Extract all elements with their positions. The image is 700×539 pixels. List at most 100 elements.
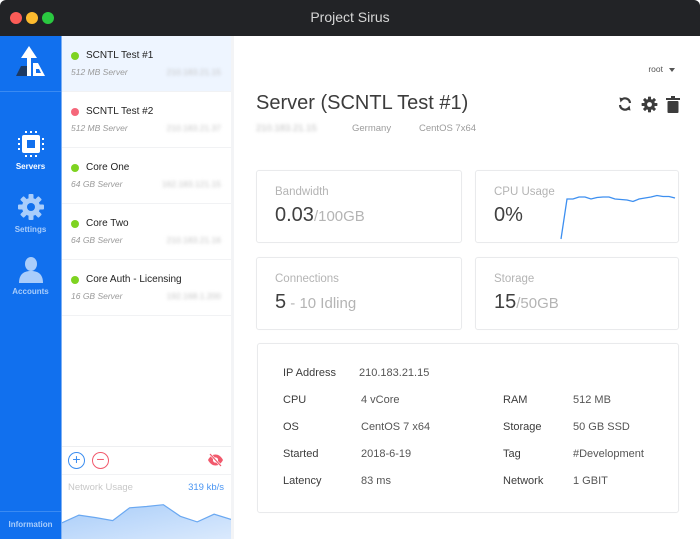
- bandwidth-used: 0.03: [275, 204, 314, 226]
- refresh-button[interactable]: [617, 96, 633, 118]
- detail-value-started: 2018-6-19: [361, 448, 412, 460]
- status-dot: [71, 52, 79, 60]
- server-list-item[interactable]: Core Two 64 GB Server 210.183.21.16: [62, 204, 231, 260]
- app-logo[interactable]: [0, 36, 61, 90]
- status-dot: [71, 108, 79, 116]
- server-list-item[interactable]: Core One 64 GB Server 162.183.121.15: [62, 148, 231, 204]
- eye-slash-icon: [208, 453, 223, 467]
- refresh-icon: [618, 97, 632, 111]
- storage-total: /50GB: [516, 295, 559, 312]
- nav-item-information[interactable]: Information: [0, 511, 61, 539]
- nav-label-information: Information: [8, 520, 53, 529]
- cpu-usage-value: 0%: [494, 204, 523, 226]
- server-actions: [617, 96, 680, 118]
- server-ip: 210.183.21.37: [166, 123, 221, 133]
- plus-circle-icon: +: [72, 451, 81, 467]
- server-spec: 64 GB Server: [71, 179, 123, 189]
- window-titlebar: Project Sirus: [0, 0, 700, 36]
- status-dot: [71, 164, 79, 172]
- bandwidth-label: Bandwidth: [275, 186, 329, 198]
- remove-server-button[interactable]: −: [92, 452, 109, 469]
- add-server-button[interactable]: +: [68, 452, 85, 469]
- server-spec: 64 GB Server: [71, 235, 123, 245]
- server-list-item[interactable]: SCNTL Test #2 512 MB Server 210.183.21.3…: [62, 92, 231, 148]
- detail-value-ram: 512 MB: [573, 394, 611, 406]
- detail-label-latency: Latency: [283, 475, 322, 487]
- detail-value-storage: 50 GB SSD: [573, 421, 630, 433]
- server-ip: 162.183.121.15: [161, 179, 221, 189]
- bandwidth-value: 0.03/100GB: [275, 204, 365, 227]
- server-list-item[interactable]: SCNTL Test #1 512 MB Server 210.183.21.1…: [62, 36, 231, 92]
- cpu-usage-line: [560, 194, 676, 240]
- detail-label-cpu: CPU: [283, 394, 307, 406]
- detail-value-latency: 83 ms: [361, 475, 391, 487]
- user-menu-label: root: [648, 64, 663, 74]
- server-ip: 210.183.21.16: [166, 235, 221, 245]
- detail-label-os: OS: [283, 421, 299, 433]
- server-list-item[interactable]: Core Auth - Licensing 16 GB Server 192.1…: [62, 260, 231, 316]
- server-name: Core Auth - Licensing: [86, 274, 182, 285]
- server-os: CentOS 7x64: [419, 123, 477, 134]
- detail-value-os: CentOS 7 x64: [361, 421, 431, 433]
- gear-icon: [641, 96, 658, 113]
- user-icon: [18, 257, 43, 283]
- detail-label-ip: IP Address: [283, 367, 336, 379]
- connections-label: Connections: [275, 273, 339, 285]
- network-usage-label: Network Usage: [68, 482, 133, 493]
- status-dot: [71, 276, 79, 284]
- window-title: Project Sirus: [310, 9, 390, 25]
- server-country: Germany: [352, 123, 392, 134]
- connections-card: Connections 5 - 10 Idling: [256, 257, 462, 330]
- server-ip: 192.168.1.200: [166, 291, 221, 301]
- connections-idle: - 10 Idling: [286, 295, 357, 312]
- nav-item-settings[interactable]: Settings: [0, 193, 61, 234]
- bandwidth-total: /100GB: [313, 208, 365, 225]
- server-details-card: IP Address 210.183.21.15 CPU 4 vCore RAM…: [257, 343, 679, 513]
- server-list: SCNTL Test #1 512 MB Server 210.183.21.1…: [61, 36, 231, 539]
- server-name: Core Two: [86, 218, 129, 229]
- server-spec: 512 MB Server: [71, 67, 128, 77]
- trash-icon: [666, 96, 680, 113]
- network-usage-chart: [62, 504, 231, 539]
- storage-value: 15/50GB: [494, 291, 559, 314]
- server-ip-meta: 210.183.21.15: [256, 123, 317, 134]
- connections-active: 5: [275, 291, 287, 313]
- nav-divider: [0, 91, 61, 92]
- user-menu[interactable]: root: [648, 64, 675, 74]
- detail-label-network: Network: [503, 475, 544, 487]
- cpu-usage-card: CPU Usage 0%: [475, 170, 679, 243]
- nav-label-servers: Servers: [15, 162, 46, 171]
- detail-label-started: Started: [283, 448, 319, 460]
- network-usage-area: [62, 504, 231, 539]
- nav-sidebar: Servers Settings Accounts Information: [0, 36, 61, 539]
- page-title: Server (SCNTL Test #1): [256, 92, 469, 114]
- connections-value: 5 - 10 Idling: [275, 291, 356, 314]
- minus-circle-icon: −: [96, 451, 105, 467]
- server-name: SCNTL Test #2: [86, 106, 154, 117]
- detail-value-network: 1 GBIT: [573, 475, 608, 487]
- network-usage-value: 319 kb/s: [188, 482, 224, 493]
- detail-value-ip: 210.183.21.15: [359, 367, 430, 379]
- server-ip: 210.183.21.15: [166, 67, 221, 77]
- storage-card: Storage 15/50GB: [475, 257, 679, 330]
- detail-value-cpu: 4 vCore: [361, 394, 400, 406]
- network-usage-panel: Network Usage 319 kb/s: [62, 474, 231, 539]
- server-name: Core One: [86, 162, 130, 173]
- storage-used: 15: [494, 291, 517, 313]
- list-toolbar: + −: [62, 446, 231, 474]
- detail-label-storage: Storage: [503, 421, 542, 433]
- server-name: SCNTL Test #1: [86, 50, 154, 61]
- status-dot: [71, 220, 79, 228]
- nav-label-settings: Settings: [14, 225, 47, 234]
- delete-server-button[interactable]: [666, 96, 680, 118]
- server-spec: 16 GB Server: [71, 291, 123, 301]
- server-detail-panel: root Server (SCNTL Test #1) 210.183.21.1…: [234, 36, 700, 539]
- nav-item-servers[interactable]: Servers: [0, 130, 61, 171]
- logo-icon: [16, 46, 45, 76]
- bandwidth-card: Bandwidth 0.03/100GB: [256, 170, 462, 243]
- nav-item-accounts[interactable]: Accounts: [0, 255, 61, 296]
- hide-ip-button[interactable]: [207, 453, 224, 472]
- cpu-usage-chart: [560, 194, 676, 240]
- server-settings-button[interactable]: [641, 96, 658, 118]
- detail-label-ram: RAM: [503, 394, 528, 406]
